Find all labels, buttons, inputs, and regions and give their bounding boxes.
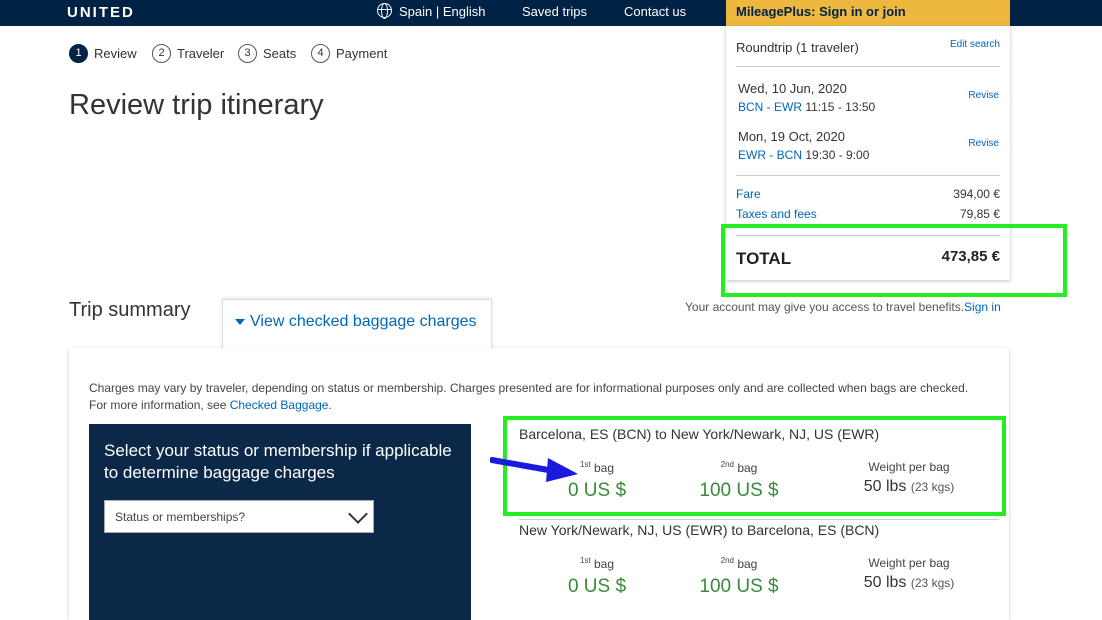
leg-airports: EWR - BCN xyxy=(738,148,802,162)
leg-route: EWR - BCN 19:30 - 9:00 xyxy=(738,148,869,162)
step-label: Review xyxy=(94,46,137,61)
taxes-fees-value: 79,85 € xyxy=(959,207,1000,221)
leg-date: Mon, 19 Oct, 2020 xyxy=(738,129,845,144)
dropdown-placeholder: Status or memberships? xyxy=(115,510,246,524)
divider xyxy=(519,519,999,520)
status-memberships-dropdown[interactable]: Status or memberships? xyxy=(104,500,374,533)
saved-trips-link[interactable]: Saved trips xyxy=(522,4,587,19)
arrow-annotation-icon xyxy=(490,457,578,482)
contact-us-link[interactable]: Contact us xyxy=(624,4,686,19)
fare-value: 394,00 € xyxy=(953,187,1000,201)
sign-in-link[interactable]: Sign in xyxy=(964,300,1001,314)
revise-link[interactable]: Revise xyxy=(968,138,999,149)
status-heading: Select your status or membership if appl… xyxy=(104,441,452,482)
step-seats: 3 Seats xyxy=(238,44,296,63)
leg-times: 19:30 - 9:00 xyxy=(805,148,870,162)
step-label: Traveler xyxy=(177,46,225,61)
mileageplus-signin-button[interactable]: MileagePlus: Sign in or join xyxy=(726,0,1010,26)
checked-baggage-link[interactable]: Checked Baggage xyxy=(230,398,329,412)
weight-kgs: (23 kgs) xyxy=(910,576,955,590)
weight-per-bag: Weight per bag 50 lbs (23 kgs) xyxy=(849,556,969,592)
page-title: Review trip itinerary xyxy=(69,89,324,121)
united-logo[interactable]: UNITED xyxy=(67,4,135,21)
bag-text: bag xyxy=(737,557,758,571)
leg-airports: BCN - EWR xyxy=(738,100,802,114)
second-bag-charge: 2nd bag 100 US $ xyxy=(689,556,789,598)
weight-value: 50 lbs (23 kgs) xyxy=(849,574,969,592)
ordinal: 2nd xyxy=(720,556,734,565)
step-number: 3 xyxy=(238,44,257,63)
edit-search-link[interactable]: Edit search xyxy=(950,39,1000,50)
step-number: 1 xyxy=(69,44,88,63)
benefits-text: Your account may give you access to trav… xyxy=(685,300,965,314)
notice-end: . xyxy=(328,398,332,412)
weight-label: Weight per bag xyxy=(868,556,950,570)
fare-label[interactable]: Fare xyxy=(736,187,761,201)
caret-down-icon xyxy=(235,318,245,325)
locale-selector[interactable]: Spain | English xyxy=(399,4,486,19)
ordinal: 1st xyxy=(579,556,591,565)
benefits-notice: Your account may give you access to trav… xyxy=(685,300,1001,314)
status-selector-box: Select your status or membership if appl… xyxy=(89,424,471,620)
baggage-tab-label: View checked baggage charges xyxy=(250,313,477,330)
step-traveler: 2 Traveler xyxy=(152,44,224,63)
step-payment: 4 Payment xyxy=(311,44,387,63)
step-label: Seats xyxy=(263,46,297,61)
step-number: 2 xyxy=(152,44,171,63)
notice-text: Charges may vary by traveler, depending … xyxy=(89,381,969,412)
step-label: Payment xyxy=(336,46,388,61)
baggage-charges-tab[interactable]: View checked baggage charges xyxy=(222,299,492,349)
bag-label: 2nd bag xyxy=(689,556,789,571)
bag-label: 1st bag xyxy=(557,556,637,571)
divider xyxy=(736,66,1000,67)
taxes-fees-label[interactable]: Taxes and fees xyxy=(736,207,817,221)
divider xyxy=(736,175,1000,176)
bag-price: 0 US $ xyxy=(567,576,627,597)
bag-price: 100 US $ xyxy=(699,576,779,597)
trip-type: Roundtrip (1 traveler) xyxy=(736,40,859,55)
weight-lbs: 50 lbs xyxy=(863,574,907,591)
chevron-down-icon xyxy=(348,504,368,524)
leg-date: Wed, 10 Jun, 2020 xyxy=(738,81,847,96)
revise-link[interactable]: Revise xyxy=(968,90,999,101)
first-bag-charge: 1st bag 0 US $ xyxy=(557,556,637,598)
trip-summary-heading: Trip summary xyxy=(69,299,191,321)
step-number: 4 xyxy=(311,44,330,63)
total-highlight-box xyxy=(721,224,1067,297)
globe-icon xyxy=(377,3,392,19)
route-title: New York/Newark, NJ, US (EWR) to Barcelo… xyxy=(519,522,880,538)
leg-route: BCN - EWR 11:15 - 13:50 xyxy=(738,100,875,114)
baggage-notice: Charges may vary by traveler, depending … xyxy=(89,380,969,414)
step-review: 1 Review xyxy=(69,44,137,63)
leg-times: 11:15 - 13:50 xyxy=(805,100,876,114)
bag-text: bag xyxy=(593,557,615,571)
